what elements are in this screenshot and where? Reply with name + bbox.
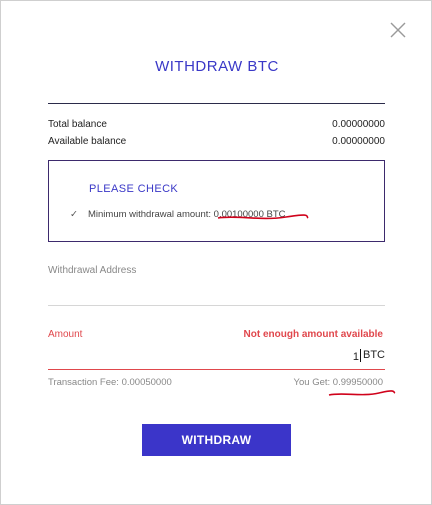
total-balance-value: 0.00000000 (332, 119, 385, 130)
available-balance-row: Available balance 0.00000000 (48, 136, 385, 147)
modal-title: WITHDRAW BTC (155, 58, 279, 75)
amount-input[interactable]: 1 BTC (48, 345, 385, 370)
withdraw-button[interactable]: WITHDRAW (142, 424, 291, 456)
please-check-notice: PLEASE CHECK ✓ Minimum withdrawal amount:… (48, 160, 385, 242)
transaction-fee: Transaction Fee: 0.00050000 (48, 377, 172, 388)
amount-label: Amount (48, 329, 83, 340)
available-balance-label: Available balance (48, 136, 127, 147)
transaction-fee-label: Transaction Fee: (48, 377, 122, 388)
amount-value: 1 (352, 351, 359, 363)
text-caret (360, 349, 361, 362)
total-balance-label: Total balance (48, 119, 107, 130)
amount-unit: BTC (363, 349, 385, 361)
amount-value-wrap: 1 (353, 349, 361, 363)
notice-title: PLEASE CHECK (89, 183, 179, 195)
available-balance-value: 0.00000000 (332, 136, 385, 147)
annotation-underline-icon (328, 390, 396, 396)
close-icon[interactable] (389, 21, 407, 39)
header-divider (48, 103, 385, 104)
annotation-underline-icon (217, 214, 309, 220)
amount-error-message: Not enough amount available (243, 329, 383, 340)
transaction-fee-value: 0.00050000 (121, 377, 172, 388)
withdraw-modal: WITHDRAW BTC Total balance 0.00000000 Av… (0, 0, 432, 505)
withdrawal-address-label: Withdrawal Address (48, 265, 137, 276)
withdrawal-address-input[interactable] (48, 281, 385, 306)
total-balance-row: Total balance 0.00000000 (48, 119, 385, 130)
checkmark-icon: ✓ (70, 209, 78, 220)
min-withdrawal-label: Minimum withdrawal amount: (88, 209, 214, 220)
